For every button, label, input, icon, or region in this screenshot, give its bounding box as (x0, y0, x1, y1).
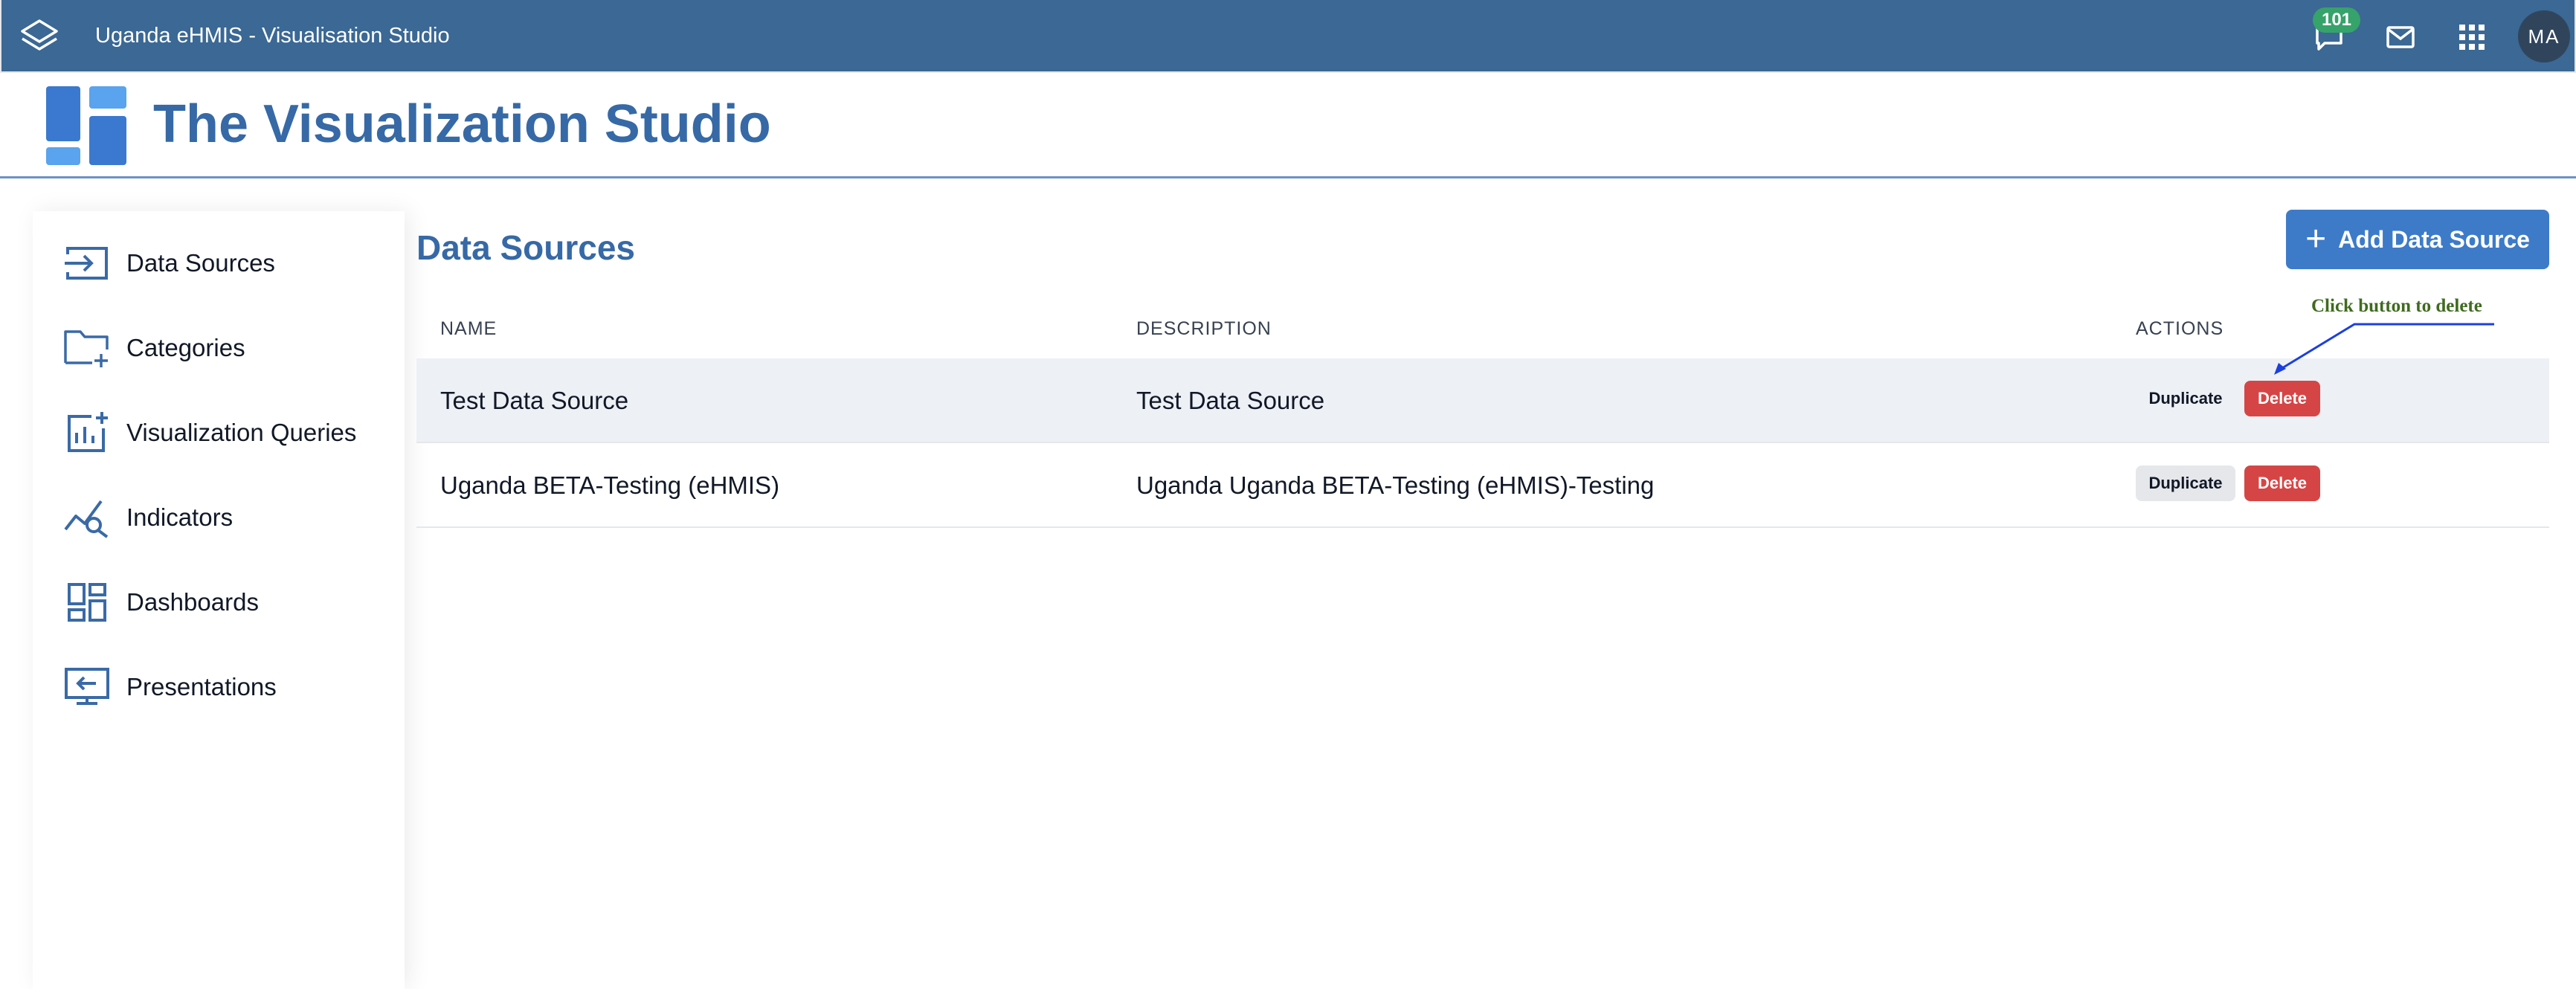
sidebar-item-dashboards[interactable]: Dashboards (62, 573, 390, 632)
query-stats-icon (62, 493, 112, 542)
sidebar-item-visualization-queries[interactable]: Visualization Queries (62, 403, 390, 463)
layers-icon[interactable] (18, 16, 61, 57)
sidebar-item-label: Visualization Queries (126, 419, 357, 446)
sidebar-item-data-sources[interactable]: Data Sources (62, 233, 390, 293)
sidebar-item-label: Indicators (126, 503, 234, 531)
column-header-actions: ACTIONS (2136, 318, 2224, 339)
sidebar-item-label: Dashboards (126, 588, 259, 616)
dashboard-icon (62, 578, 112, 627)
sidebar-item-categories[interactable]: Categories (62, 318, 390, 378)
plus-icon: + (2305, 219, 2327, 259)
sidebar: Data Sources Categories Visualization Qu (33, 211, 405, 989)
dashboard-tiles-icon (45, 85, 128, 167)
notification-badge: 101 (2313, 7, 2360, 33)
presentation-icon (62, 663, 112, 712)
duplicate-button[interactable]: Duplicate (2136, 465, 2235, 501)
sidebar-item-presentations[interactable]: Presentations (62, 657, 390, 717)
sidebar-item-label: Data Sources (126, 249, 275, 277)
column-header-description: DESCRIPTION (1136, 318, 1272, 339)
row-description: Uganda Uganda BETA-Testing (eHMIS)-Testi… (1136, 471, 1655, 499)
row-name: Test Data Source (440, 387, 629, 414)
column-header-name: NAME (440, 318, 498, 339)
delete-button[interactable]: Delete (2244, 465, 2320, 501)
table-row[interactable]: Test Data Source Test Data Source Duplic… (416, 358, 2549, 443)
add-data-source-button[interactable]: + Add Data Source (2286, 210, 2549, 269)
chart-add-icon (62, 408, 112, 457)
apps-grid-icon[interactable] (2450, 15, 2494, 59)
folder-add-icon (62, 323, 112, 373)
sidebar-item-label: Presentations (126, 673, 277, 700)
avatar[interactable]: MA (2518, 10, 2570, 62)
row-name: Uganda BETA-Testing (eHMIS) (440, 471, 780, 499)
duplicate-button[interactable]: Duplicate (2136, 381, 2235, 416)
app-title: Uganda eHMIS - Visualisation Studio (95, 24, 450, 48)
mail-icon[interactable] (2378, 15, 2423, 59)
top-header-bar: Uganda eHMIS - Visualisation Studio 101 … (0, 0, 2576, 73)
annotation-arrow-icon (2274, 323, 2494, 375)
input-arrow-icon (62, 239, 112, 288)
add-data-source-label: Add Data Source (2338, 225, 2530, 253)
studio-title: The Visualization Studio (153, 94, 771, 154)
table-row[interactable]: Uganda BETA-Testing (eHMIS) Uganda Ugand… (416, 443, 2549, 528)
sidebar-item-indicators[interactable]: Indicators (62, 488, 390, 547)
sidebar-item-label: Categories (126, 334, 245, 361)
page-title: Data Sources (416, 228, 636, 267)
row-description: Test Data Source (1136, 387, 1325, 414)
